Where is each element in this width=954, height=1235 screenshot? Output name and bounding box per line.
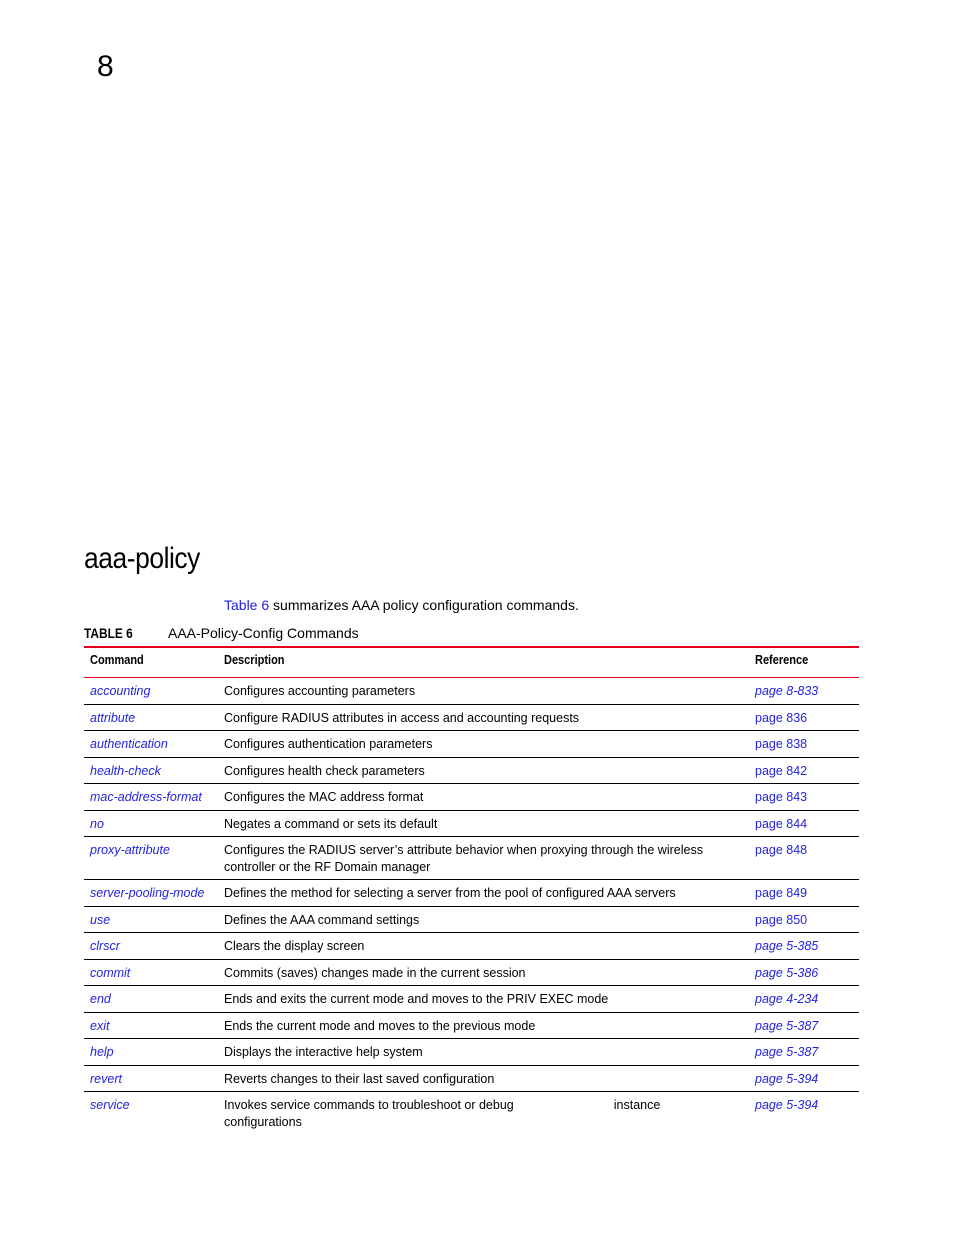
- reference-link[interactable]: page 836: [749, 704, 859, 731]
- command-link[interactable]: exit: [84, 1012, 218, 1039]
- command-link[interactable]: authentication: [84, 730, 218, 758]
- command-link[interactable]: commit: [84, 959, 218, 986]
- table-6-link[interactable]: Table 6: [224, 597, 269, 613]
- command-description: Defines the AAA command settings: [218, 906, 749, 933]
- command-description: Configures health check parameters: [218, 757, 749, 784]
- command-link[interactable]: proxy-attribute: [84, 836, 218, 880]
- command-link[interactable]: end: [84, 985, 218, 1013]
- command-link[interactable]: revert: [84, 1065, 218, 1092]
- command-description: Defines the method for selecting a serve…: [218, 879, 749, 907]
- table-row: commit Commits (saves) changes made in th…: [84, 959, 859, 986]
- table-row: use Defines the AAA command settings page …: [84, 906, 859, 933]
- command-description: Displays the interactive help system: [218, 1038, 749, 1066]
- reference-link[interactable]: page 5-385: [749, 932, 859, 960]
- header-command: Command: [84, 646, 218, 678]
- header-reference: Reference: [749, 646, 859, 678]
- command-link[interactable]: attribute: [84, 704, 218, 731]
- table-row: exit Ends the current mode and moves to t…: [84, 1012, 859, 1039]
- command-description: Configures authentication parameters: [218, 730, 749, 758]
- command-link[interactable]: mac-address-format: [84, 783, 218, 811]
- reference-link[interactable]: page 850: [749, 906, 859, 933]
- reference-link[interactable]: page 843: [749, 783, 859, 811]
- command-description: Invokes service commands to troubleshoot…: [218, 1092, 749, 1135]
- table-row: no Negates a command or sets its default p…: [84, 810, 859, 837]
- table-row: service Invokes service commands to troub…: [84, 1092, 859, 1135]
- table-row: help Displays the interactive help system…: [84, 1038, 859, 1066]
- table-row: end Ends and exits the current mode and m…: [84, 985, 859, 1013]
- reference-link[interactable]: page 842: [749, 757, 859, 784]
- command-description: Ends and exits the current mode and move…: [218, 985, 749, 1013]
- table-row: mac-address-format Configures the MAC add…: [84, 783, 859, 811]
- reference-link[interactable]: page 5-387: [749, 1038, 859, 1066]
- table-caption-label: TABLE 6: [84, 625, 133, 641]
- command-link[interactable]: clrscr: [84, 932, 218, 960]
- table-row: revert Reverts changes to their last save…: [84, 1065, 859, 1092]
- table-caption-title: AAA-Policy-Config Commands: [168, 625, 359, 641]
- reference-link[interactable]: page 5-394: [749, 1092, 859, 1135]
- intro-text: summarizes AAA policy configuration comm…: [269, 597, 579, 613]
- chapter-number: 8: [97, 50, 114, 83]
- command-link[interactable]: help: [84, 1038, 218, 1066]
- table-row: clrscr Clears the display screen page 5-38…: [84, 932, 859, 960]
- table-row: proxy-attribute Configures the RADIUS ser…: [84, 836, 859, 880]
- intro-paragraph: Table 6 summarizes AAA policy configurat…: [224, 597, 579, 614]
- command-description: Configures the RADIUS server’s attribute…: [218, 836, 749, 880]
- command-description: Configures the MAC address format: [218, 783, 749, 811]
- table-row: accounting Configures accounting paramete…: [84, 677, 859, 705]
- reference-link[interactable]: page 5-387: [749, 1012, 859, 1039]
- reference-link[interactable]: page 838: [749, 730, 859, 758]
- table-row: attribute Configure RADIUS attributes in …: [84, 704, 859, 731]
- command-description: Negates a command or sets its default: [218, 810, 749, 837]
- reference-link[interactable]: page 8-833: [749, 677, 859, 705]
- command-description: Configure RADIUS attributes in access an…: [218, 704, 749, 731]
- description-tail: instance: [613, 1098, 661, 1112]
- command-link[interactable]: no: [84, 810, 218, 837]
- table-caption: TABLE 6 AAA-Policy-Config Commands: [84, 625, 359, 642]
- reference-link[interactable]: page 848: [749, 836, 859, 880]
- command-link[interactable]: use: [84, 906, 218, 933]
- command-description: Commits (saves) changes made in the curr…: [218, 959, 749, 986]
- table-row: authentication Configures authentication …: [84, 730, 859, 758]
- header-description: Description: [218, 646, 749, 678]
- reference-link[interactable]: page 5-394: [749, 1065, 859, 1092]
- section-title: aaa-policy: [84, 542, 200, 575]
- reference-link[interactable]: page 5-386: [749, 959, 859, 986]
- commands-table: Command Description Reference accounting…: [84, 646, 859, 1134]
- command-description: Clears the display screen: [218, 932, 749, 960]
- command-link[interactable]: service: [84, 1092, 218, 1135]
- command-link[interactable]: accounting: [84, 677, 218, 705]
- command-description: Configures accounting parameters: [218, 677, 749, 705]
- command-link[interactable]: health-check: [84, 757, 218, 784]
- table-row: health-check Configures health check para…: [84, 757, 859, 784]
- reference-link[interactable]: page 844: [749, 810, 859, 837]
- table-header-row: Command Description Reference: [84, 646, 859, 678]
- table-row: server-pooling-mode Defines the method fo…: [84, 879, 859, 907]
- reference-link[interactable]: page 4-234: [749, 985, 859, 1013]
- description-line2: configurations: [224, 1114, 302, 1129]
- command-description: Reverts changes to their last saved conf…: [218, 1065, 749, 1092]
- reference-link[interactable]: page 849: [749, 879, 859, 907]
- description-text: Invokes service commands to troubleshoot…: [224, 1098, 514, 1112]
- command-description: Ends the current mode and moves to the p…: [218, 1012, 749, 1039]
- command-link[interactable]: server-pooling-mode: [84, 879, 218, 907]
